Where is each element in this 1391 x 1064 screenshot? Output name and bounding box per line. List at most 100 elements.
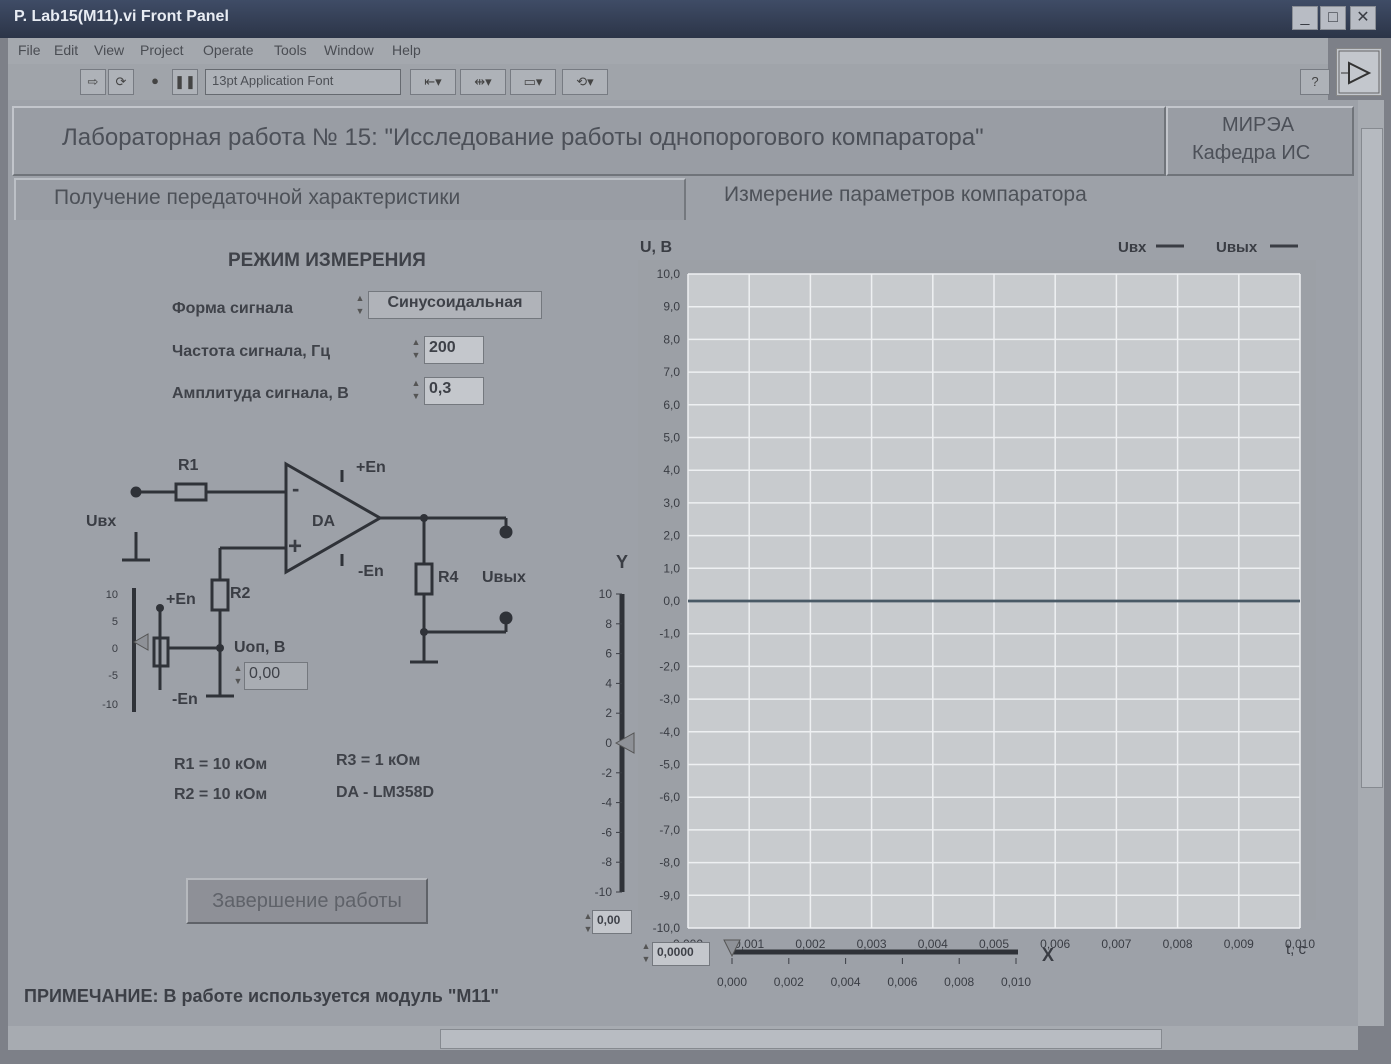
amplitude-spinner[interactable]: ▲ ▼ (410, 377, 422, 405)
org-name: МИРЭА (1222, 114, 1295, 136)
tab-measure-parameters-label[interactable]: Измерение параметров компаратора (724, 183, 1087, 207)
y-scale-slider[interactable]: Y 10 8 6 4 2 0 -2 -4 -6 -8 -10 (580, 548, 640, 912)
spec-r2: R2 = 10 кОм (174, 786, 268, 803)
r1-label: R1 (178, 457, 199, 474)
reference-voltage-spinner[interactable]: ▲ ▼ (232, 662, 244, 690)
vi-icon (1336, 48, 1382, 96)
supply-positive-label: +En (356, 459, 386, 476)
org-department: Кафедра ИС (1192, 142, 1311, 164)
legend-label-uin: Uвх (1118, 239, 1147, 256)
y-slider-tick-label: -8 (601, 855, 612, 869)
vertical-scroll-thumb[interactable] (1361, 128, 1383, 788)
spec-r3: R3 = 1 кОм (336, 752, 421, 769)
x-scale-slider[interactable]: X 0,000 0,002 0,004 0,006 0,008 0,010 (700, 936, 1080, 996)
y-slider-tick-label: 2 (605, 706, 612, 720)
supply-negative-label: -En (358, 563, 384, 580)
y-tick-label: -5,0 (659, 758, 680, 772)
run-arrow-button[interactable]: ⇨ (80, 69, 106, 95)
menu-window[interactable]: Window (324, 42, 374, 58)
tab-transfer-characteristic-label[interactable]: Получение передаточной характеристики (54, 186, 460, 210)
frequency-label: Частота сигнала, Гц (172, 343, 331, 360)
y-tick-label: -7,0 (659, 823, 680, 837)
y-tick-label: -6,0 (659, 790, 680, 804)
x-slider-tick-label: 0,008 (944, 975, 974, 989)
y-tick-label: -4,0 (659, 725, 680, 739)
menu-file[interactable]: File (18, 42, 41, 58)
r4-label: R4 (438, 569, 459, 586)
measure-mode-heading: РЕЖИМ ИЗМЕРЕНИЯ (228, 250, 426, 271)
y-slider-tick-label: -6 (601, 825, 612, 839)
y-tick-label: -1,0 (659, 627, 680, 641)
y-slider-tick-label: -4 (601, 796, 612, 810)
menu-tools[interactable]: Tools (274, 42, 307, 58)
y-tick-label: 8,0 (663, 332, 680, 346)
frequency-input[interactable]: 200 (424, 336, 484, 364)
signal-form-select[interactable]: Синусоидальная (368, 291, 542, 319)
reference-slider[interactable]: 10 5 0 -5 -10 (90, 580, 150, 720)
x-tick-label: 0,009 (1224, 937, 1254, 951)
pot-tick: -5 (108, 670, 118, 682)
x-tick-label: 0,008 (1163, 937, 1193, 951)
y-tick-label: -2,0 (659, 659, 680, 673)
y-tick-label: 7,0 (663, 365, 680, 379)
y-tick-label: 3,0 (663, 496, 680, 510)
amplitude-label: Амплитуда сигнала, В (172, 385, 349, 402)
resize-objects-button[interactable]: ▭▾ (510, 69, 556, 95)
pot-supply-negative-label: -En (172, 691, 198, 708)
font-selector[interactable]: 13pt Application Font (205, 69, 401, 95)
menu-help[interactable]: Help (392, 42, 421, 58)
note-text: ПРИМЕЧАНИЕ: В работе используется модуль… (24, 986, 499, 1006)
y-tick-label: 10,0 (657, 267, 681, 281)
y-tick-label: 1,0 (663, 561, 680, 575)
y-tick-label: 6,0 (663, 398, 680, 412)
y-slider-tick-label: 4 (605, 676, 612, 690)
noninverting-input-sign: + (288, 533, 302, 560)
reference-voltage-input[interactable]: 0,00 (244, 662, 308, 690)
frequency-spinner[interactable]: ▲ ▼ (410, 336, 422, 364)
y-slider-tick-label: 0 (605, 736, 612, 750)
pot-tick: 5 (112, 616, 118, 628)
align-objects-button[interactable]: ⇤▾ (410, 69, 456, 95)
pause-button[interactable]: ❚❚ (172, 69, 198, 95)
pot-tick: -10 (102, 699, 118, 711)
y-tick-label: -9,0 (659, 888, 680, 902)
finish-work-button[interactable]: Завершение работы (186, 878, 428, 924)
menu-view[interactable]: View (94, 42, 124, 58)
amplitude-input[interactable]: 0,3 (424, 377, 484, 405)
x-axis-label: t, с (1286, 941, 1307, 958)
close-button[interactable]: ✕ (1350, 6, 1376, 30)
context-help-button[interactable]: ? (1300, 69, 1330, 95)
run-continuously-button[interactable]: ⟳ (108, 69, 134, 95)
pot-supply-positive-label: +En (166, 591, 196, 608)
minimize-button[interactable]: _ (1292, 6, 1318, 30)
x-slider-tick-label: 0,010 (1001, 975, 1031, 989)
horizontal-scroll-thumb[interactable] (440, 1029, 1162, 1049)
waveform-chart: 0,0000,0010,0020,0030,0040,0050,0060,007… (638, 239, 1316, 958)
y-tick-label: 5,0 (663, 431, 680, 445)
menu-edit[interactable]: Edit (54, 42, 78, 58)
distribute-objects-button[interactable]: ⇹▾ (460, 69, 506, 95)
vi-logo-icon (1338, 50, 1380, 94)
x-slider-label: X (1042, 945, 1054, 965)
y-slider-tick-label: -10 (595, 885, 613, 899)
y-tick-label: -3,0 (659, 692, 680, 706)
maximize-button[interactable]: □ (1320, 6, 1346, 30)
comparator-schematic: R1 R2 R4 DA - + +En -En Uвх Uвых +En -En… (86, 457, 526, 708)
y-tick-label: 2,0 (663, 529, 680, 543)
reference-slider-thumb[interactable] (132, 633, 149, 651)
y-slider-value[interactable]: 0,00 (592, 910, 632, 934)
y-tick-label: 0,0 (663, 594, 680, 608)
output-voltage-label: Uвых (482, 569, 526, 586)
y-tick-label: -10,0 (653, 921, 681, 935)
menu-operate[interactable]: Operate (203, 42, 254, 58)
reference-voltage-label: Uоп, В (234, 639, 285, 656)
abort-button[interactable]: ● (142, 69, 168, 95)
legend-label-uout: Uвых (1216, 239, 1258, 256)
y-tick-label: 4,0 (663, 463, 680, 477)
y-tick-label: 9,0 (663, 300, 680, 314)
page-title: Лабораторная работа № 15: "Исследование … (62, 124, 984, 151)
reorder-button[interactable]: ⟲▾ (562, 69, 608, 95)
signal-form-spinner[interactable]: ▲ ▼ (354, 292, 366, 320)
x-slider-spinner[interactable]: ▲ ▼ (640, 940, 652, 968)
menu-project[interactable]: Project (140, 42, 184, 58)
